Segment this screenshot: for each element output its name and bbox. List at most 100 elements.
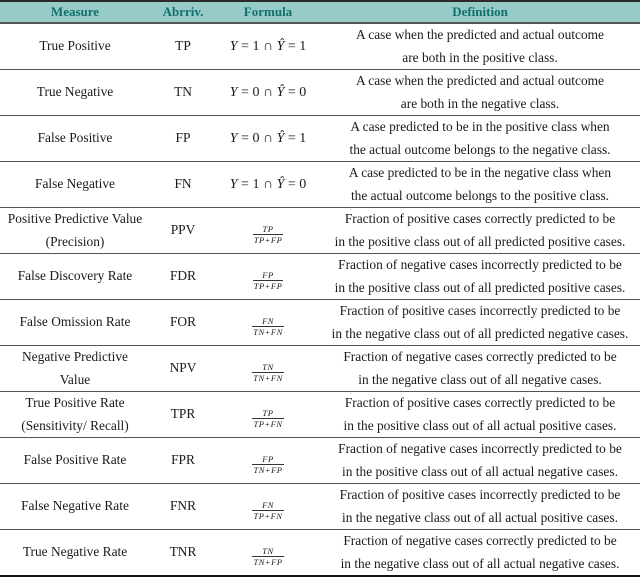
measure-name-line: False Positive (37, 130, 113, 146)
definition-line: are both in the positive class. (402, 49, 558, 65)
formula-fraction: FP TP+FP (252, 269, 284, 291)
formula-fraction: TP TP+FP (252, 223, 284, 245)
definition-line: in the negative class out of all actual … (340, 555, 620, 571)
measure-name-line: False Discovery Rate (17, 268, 133, 284)
formula-equation: Y = 1 ∩ Ŷ = 0 (229, 176, 307, 192)
table-row: True Positive Rate (Sensitivity/ Recall) T… (0, 391, 640, 438)
fraction-numerator: FP (262, 269, 274, 280)
formula-cell: TN TN+FP (216, 529, 320, 577)
table-row: True Negative TN Y = 0 ∩ Ŷ = 0 A case when… (0, 69, 640, 116)
definition-line: in the positive class out of all predict… (334, 279, 626, 295)
measure-cell: Positive Predictive Value (Precision) (0, 207, 150, 254)
definition-cell: Fraction of negative cases incorrectly p… (320, 253, 640, 300)
metrics-table: Measure Abrriv. Formula Definition True … (0, 0, 640, 577)
definition-line: in the negative class out of all negativ… (358, 371, 602, 387)
fraction-denominator: TN+FN (252, 371, 284, 383)
measure-name-line: True Negative (36, 84, 114, 100)
table-body: True Positive TP Y = 1 ∩ Ŷ = 1 A case when… (0, 23, 640, 577)
abbrev-cell: PPV (150, 207, 216, 254)
formula-fraction: TN TN+FP (252, 545, 284, 567)
table-row: Positive Predictive Value (Precision) PPV T… (0, 207, 640, 254)
measure-cell: True Negative Rate (0, 529, 150, 577)
definition-line: the actual outcome belongs to the negati… (349, 141, 611, 157)
definition-line: in the negative class out of all predict… (331, 325, 629, 341)
fraction-denominator: TN+FN (252, 325, 284, 337)
definition-cell: Fraction of negative cases correctly pre… (320, 529, 640, 577)
fraction-numerator: TP (262, 407, 274, 418)
measure-cell: False Negative Rate (0, 483, 150, 530)
measure-cell: False Discovery Rate (0, 253, 150, 300)
definition-line: in the positive class out of all actual … (342, 463, 618, 479)
formula-equation: Y = 0 ∩ Ŷ = 1 (229, 130, 307, 146)
table-row: False Positive Rate FPR FP TN+FP Fraction of… (0, 437, 640, 484)
measure-name-line: True Negative Rate (22, 544, 128, 560)
formula-yhat-value: 0 (299, 176, 307, 192)
header-abbrev: Abrriv. (150, 0, 216, 24)
abbrev-cell: TP (150, 23, 216, 70)
formula-cell: Y = 0 ∩ Ŷ = 0 (216, 69, 320, 116)
formula-fraction: TP TP+FN (252, 407, 284, 429)
definition-line: the actual outcome belongs to the positi… (350, 187, 610, 203)
measure-name-line: False Negative Rate (21, 498, 129, 514)
formula-yhat-value: 1 (299, 130, 307, 146)
fraction-numerator: TN (262, 545, 274, 556)
formula-cell: TP TP+FN (216, 391, 320, 438)
measure-name-line: True Positive Rate (25, 395, 125, 410)
header-definition: Definition (320, 0, 640, 24)
measure-name-line: False Negative (35, 176, 115, 192)
measure-cell: False Negative (0, 161, 150, 208)
fraction-denominator: TP+FP (252, 233, 284, 245)
measure-name-line: (Precision) (45, 233, 105, 249)
formula-cell: Y = 1 ∩ Ŷ = 0 (216, 161, 320, 208)
abbrev-cell: TNR (150, 529, 216, 577)
formula-yhat-value: 1 (299, 38, 307, 54)
measure-cell: True Positive (0, 23, 150, 70)
fraction-numerator: FN (262, 315, 274, 326)
fraction-numerator: FN (262, 499, 274, 510)
measure-name-line: True Positive (39, 38, 111, 54)
definition-cell: A case when the predicted and actual out… (320, 69, 640, 116)
measure-cell: False Positive (0, 115, 150, 162)
fraction-numerator: TP (262, 223, 274, 234)
definition-cell: Fraction of positive cases correctly pre… (320, 391, 640, 438)
formula-fraction: TN TN+FN (252, 362, 284, 383)
fraction-denominator: TP+FN (252, 417, 284, 429)
table-row: False Negative Rate FNR FN TP+FN Fraction of… (0, 483, 640, 530)
definition-line: A case when the predicted and actual out… (356, 73, 604, 88)
measure-name-line: False Omission Rate (19, 314, 131, 330)
definition-cell: Fraction of positive cases incorrectly p… (320, 483, 640, 530)
abbrev-cell: TN (150, 69, 216, 116)
measure-name-line: False Positive Rate (23, 452, 127, 468)
definition-line: A case predicted to be in the positive c… (350, 119, 610, 134)
abbrev-cell: FN (150, 161, 216, 208)
definition-cell: Fraction of positive cases correctly pre… (320, 207, 640, 254)
table-row: False Omission Rate FOR FN TN+FN Fraction of… (0, 299, 640, 346)
measure-name-line: Positive Predictive Value (7, 211, 143, 226)
formula-fraction: FN TN+FN (252, 316, 284, 337)
table-row: False Discovery Rate FDR FP TP+FP Fraction o… (0, 253, 640, 300)
table-header: Measure Abrriv. Formula Definition (0, 0, 640, 24)
definition-line: Fraction of positive cases incorrectly p… (339, 487, 621, 502)
abbrev-cell: FPR (150, 437, 216, 484)
header-formula: Formula (216, 0, 320, 24)
definition-line: A case when the predicted and actual out… (356, 27, 604, 42)
formula-cell: Y = 0 ∩ Ŷ = 1 (216, 115, 320, 162)
fraction-denominator: TN+FP (252, 463, 284, 475)
abbrev-cell: NPV (150, 345, 216, 392)
fraction-denominator: TN+FP (252, 555, 284, 567)
definition-cell: A case predicted to be in the negative c… (320, 161, 640, 208)
measure-cell: True Negative (0, 69, 150, 116)
header-measure: Measure (0, 0, 150, 24)
definition-line: Fraction of positive cases incorrectly p… (339, 303, 621, 318)
formula-cell: FP TP+FP (216, 253, 320, 300)
definition-line: Fraction of negative cases correctly pre… (343, 349, 617, 364)
formula-fraction: FN TP+FN (252, 499, 284, 521)
definition-line: are both in the negative class. (400, 95, 560, 111)
abbrev-cell: FNR (150, 483, 216, 530)
definition-line: Fraction of positive cases correctly pre… (344, 211, 616, 226)
abbrev-cell: FDR (150, 253, 216, 300)
measure-cell: True Positive Rate (Sensitivity/ Recall) (0, 391, 150, 438)
fraction-denominator: TP+FN (252, 509, 284, 521)
abbrev-cell: TPR (150, 391, 216, 438)
formula-cell: Y = 1 ∩ Ŷ = 1 (216, 23, 320, 70)
